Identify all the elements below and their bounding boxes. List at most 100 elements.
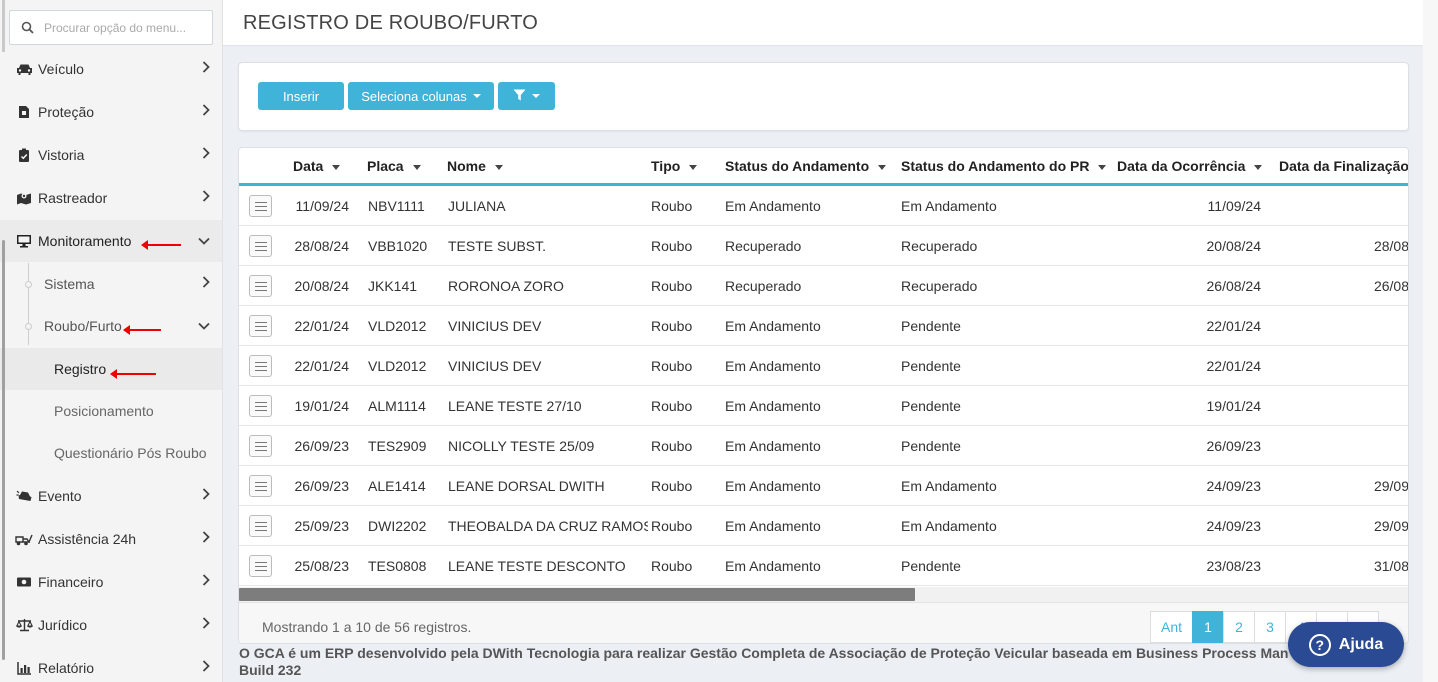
- cell-placa: VBB1020: [368, 238, 428, 254]
- sidebar-item-juridico[interactable]: Jurídico: [0, 604, 222, 646]
- sidebar-item-assistencia[interactable]: Assistência 24h: [0, 518, 222, 560]
- sort-icon: [878, 164, 887, 170]
- chevron-right-icon: [202, 660, 210, 675]
- caret-down-icon: [532, 94, 540, 98]
- column-header-data[interactable]: Data: [293, 158, 341, 174]
- cell-status: Em Andamento: [725, 518, 821, 534]
- column-header-tipo[interactable]: Tipo: [651, 158, 698, 174]
- pagination-page[interactable]: 2: [1223, 611, 1256, 643]
- cell-nome: RORONOA ZORO: [448, 278, 564, 294]
- column-header-status-andamento[interactable]: Status do Andamento: [725, 158, 887, 174]
- search-icon: [10, 21, 44, 34]
- insert-button[interactable]: Inserir: [258, 82, 344, 110]
- sidebar-item-protecao[interactable]: Proteção: [0, 91, 222, 133]
- sidebar-search[interactable]: [9, 10, 213, 45]
- help-button[interactable]: ? Ajuda: [1288, 622, 1404, 667]
- pagination-page[interactable]: 3: [1254, 611, 1287, 643]
- select-columns-button[interactable]: Seleciona colunas: [348, 82, 494, 110]
- pagination-prev[interactable]: Ant: [1150, 611, 1194, 643]
- table-row[interactable]: 26/09/23 TES2909 NICOLLY TESTE 25/09 Roubo E…: [239, 426, 1408, 466]
- cell-tipo: Roubo: [651, 198, 693, 214]
- page-scrollbar[interactable]: [1423, 0, 1438, 682]
- sidebar-subitem-label: Posicionamento: [54, 403, 154, 419]
- caret-down-icon: [472, 94, 481, 98]
- cell-nome: LEANE TESTE DESCONTO: [448, 558, 626, 574]
- sidebar-item-monitoramento[interactable]: Monitoramento: [0, 220, 222, 262]
- cell-status-pr: Pendente: [901, 558, 961, 574]
- table-row[interactable]: 26/09/23 ALE1414 LEANE DORSAL DWITH Roubo Em…: [239, 466, 1409, 506]
- cell-tipo: Roubo: [651, 278, 693, 294]
- sidebar-subitem-roubo-furto[interactable]: Roubo/Furto: [0, 305, 222, 347]
- page-title: REGISTRO DE ROUBO/FURTO: [243, 12, 539, 34]
- table-row[interactable]: 20/08/24 JKK141 RORONOA ZORO Roubo Recuperad…: [239, 266, 1408, 306]
- cell-status: Em Andamento: [725, 438, 821, 454]
- cell-data: 19/01/24: [294, 398, 350, 414]
- cell-data-ocorrencia: 20/08/24: [1206, 238, 1262, 254]
- table-row[interactable]: 11/09/24 NBV1111 JULIANA Roubo Em Andamento E…: [239, 186, 1408, 226]
- sidebar-item-relatorio[interactable]: Relatório: [0, 647, 222, 682]
- table-row[interactable]: 19/01/24 ALM1114 LEANE TESTE 27/10 Roubo Em …: [239, 386, 1408, 426]
- cell-data-ocorrencia: 22/01/24: [1206, 318, 1262, 334]
- column-header-status-andamento-pr[interactable]: Status do Andamento do PR: [901, 158, 1107, 174]
- footer-build: Build 232: [239, 662, 302, 678]
- column-header-placa[interactable]: Placa: [367, 158, 421, 174]
- sidebar-subitem-label: Sistema: [44, 276, 95, 292]
- horizontal-scrollbar[interactable]: [239, 587, 1408, 602]
- cell-placa: JKK141: [368, 278, 418, 294]
- table-row[interactable]: 25/08/23 TES0808 LEANE TESTE DESCONTO Roubo…: [239, 546, 1409, 586]
- cell-data-ocorrencia: 22/01/24: [1206, 358, 1262, 374]
- sidebar-item-label: Proteção: [38, 104, 95, 120]
- table-row[interactable]: 28/08/24 VBB1020 TESTE SUBST. Roubo Recupera…: [239, 226, 1408, 266]
- cell-data: 22/01/24: [294, 318, 350, 334]
- cell-tipo: Roubo: [651, 358, 693, 374]
- clipboard-check-icon: [14, 147, 34, 163]
- table-row[interactable]: 22/01/24 VLD2012 VINICIUS DEV Roubo Em Andam…: [239, 346, 1408, 386]
- cell-status-pr: Recuperado: [901, 238, 978, 254]
- cell-nome: LEANE DORSAL DWITH: [448, 478, 605, 494]
- table-row[interactable]: 25/09/23 DWI2202 THEOBALDA DA CRUZ RAMOS Ro…: [239, 506, 1408, 546]
- sidebar-scrollbar[interactable]: [2, 240, 5, 660]
- cell-status: Em Andamento: [725, 558, 821, 574]
- column-header-nome[interactable]: Nome: [447, 158, 503, 174]
- sidebar-subitem-posicionamento[interactable]: Posicionamento: [0, 390, 222, 432]
- column-header-label: Data da Finalização: [1279, 158, 1409, 174]
- cell-data-ocorrencia: 24/09/23: [1206, 478, 1262, 494]
- filter-button[interactable]: [498, 82, 555, 110]
- pagination-page[interactable]: 1: [1192, 611, 1225, 643]
- monitor-icon: [14, 233, 34, 249]
- sidebar-item-evento[interactable]: Evento: [0, 475, 222, 517]
- scrollbar-thumb[interactable]: [239, 588, 915, 601]
- sidebar-item-veiculo[interactable]: Veículo: [0, 48, 222, 90]
- sidebar-item-rastreador[interactable]: Rastreador: [0, 177, 222, 219]
- cell-data: 25/09/23: [294, 518, 350, 534]
- cell-data-finalizacao: 29/09: [1373, 478, 1409, 494]
- cell-data: 11/09/24: [295, 198, 349, 214]
- sidebar-item-financeiro[interactable]: Financeiro: [0, 561, 222, 603]
- sidebar-item-label: Jurídico: [38, 617, 88, 633]
- cell-placa: ALM1114: [368, 398, 426, 414]
- cell-tipo: Roubo: [651, 238, 693, 254]
- cell-data: 20/08/24: [294, 278, 350, 294]
- search-input[interactable]: [44, 20, 204, 35]
- cell-data-finalizacao: 31/08: [1373, 558, 1409, 574]
- sidebar-item-label: Assistência 24h: [38, 531, 137, 547]
- cell-placa: TES2909: [368, 438, 427, 454]
- chevron-right-icon: [202, 104, 210, 119]
- chevron-down-icon: [198, 233, 210, 248]
- sidebar-subitem-questionario[interactable]: Questionário Pós Roubo: [0, 432, 222, 474]
- column-header-data-ocorrencia[interactable]: Data da Ocorrência: [1117, 158, 1263, 174]
- cell-status-pr: Pendente: [901, 318, 961, 334]
- cell-data: 26/09/23: [294, 478, 350, 494]
- car-icon: [14, 61, 34, 77]
- cell-data-ocorrencia: 23/08/23: [1206, 558, 1262, 574]
- column-header-data-finalizacao[interactable]: Data da Finalização: [1279, 158, 1409, 174]
- sidebar-subitem-sistema[interactable]: Sistema: [0, 263, 222, 305]
- sidebar-item-vistoria[interactable]: Vistoria: [0, 134, 222, 176]
- annotation-arrow: [110, 369, 156, 379]
- help-button-label: Ajuda: [1338, 635, 1384, 653]
- annotation-arrow: [141, 240, 181, 250]
- column-header-label: Data: [293, 158, 324, 174]
- table-row[interactable]: 22/01/24 VLD2012 VINICIUS DEV Roubo Em Andam…: [239, 306, 1408, 346]
- map-location-icon: [14, 190, 34, 206]
- cell-placa: VLD2012: [368, 358, 427, 374]
